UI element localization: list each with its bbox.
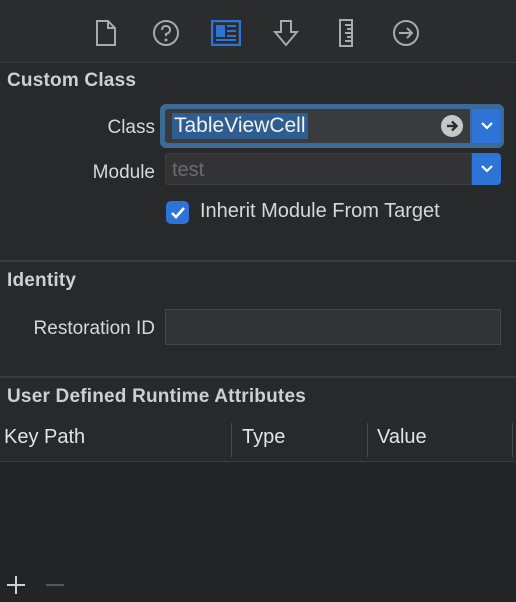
connections-inspector-icon[interactable]: [391, 18, 421, 48]
column-header-type[interactable]: Type: [242, 426, 285, 449]
chevron-down-icon: [480, 122, 493, 130]
identity-inspector-panel: Custom Class Class TableViewCell Module …: [0, 0, 516, 602]
runtime-attributes-table-body[interactable]: [0, 462, 516, 570]
identity-inspector-icon[interactable]: [211, 18, 241, 48]
plus-icon: [7, 576, 25, 594]
inherit-module-label[interactable]: Inherit Module From Target: [200, 200, 440, 223]
checkmark-icon: [170, 206, 185, 219]
module-label: Module: [92, 162, 155, 183]
restoration-id-label: Restoration ID: [33, 318, 155, 339]
class-dropdown-button[interactable]: [472, 109, 501, 143]
class-label: Class: [107, 117, 155, 138]
file-inspector-icon[interactable]: [91, 18, 121, 48]
module-input[interactable]: test: [172, 159, 204, 182]
runtime-attributes-heading: User Defined Runtime Attributes: [7, 386, 306, 407]
class-input[interactable]: TableViewCell: [172, 113, 308, 139]
module-dropdown-button[interactable]: [472, 153, 501, 185]
minus-icon: [46, 584, 64, 586]
column-header-value[interactable]: Value: [377, 426, 427, 449]
attributes-inspector-icon[interactable]: [271, 18, 301, 48]
section-divider: [0, 376, 516, 378]
column-header-key-path[interactable]: Key Path: [4, 426, 85, 449]
chevron-down-icon: [480, 165, 493, 173]
column-separator: [512, 423, 513, 457]
size-inspector-icon[interactable]: [331, 18, 361, 48]
add-attribute-button[interactable]: [5, 574, 27, 596]
custom-class-heading: Custom Class: [7, 70, 137, 91]
module-field[interactable]: [165, 153, 472, 185]
column-separator: [231, 423, 232, 457]
remove-attribute-button[interactable]: [44, 574, 66, 596]
section-divider: [0, 260, 516, 262]
runtime-attributes-table-header: Key Path Type Value: [0, 419, 516, 462]
table-footer-bar: [0, 570, 516, 602]
inherit-module-checkbox[interactable]: [166, 201, 189, 224]
restoration-id-input[interactable]: [165, 309, 501, 345]
inspector-toolbar: [0, 0, 516, 63]
column-separator: [367, 423, 368, 457]
go-to-class-arrow-icon[interactable]: [441, 115, 463, 137]
identity-heading: Identity: [7, 270, 77, 291]
quick-help-icon[interactable]: [151, 18, 181, 48]
